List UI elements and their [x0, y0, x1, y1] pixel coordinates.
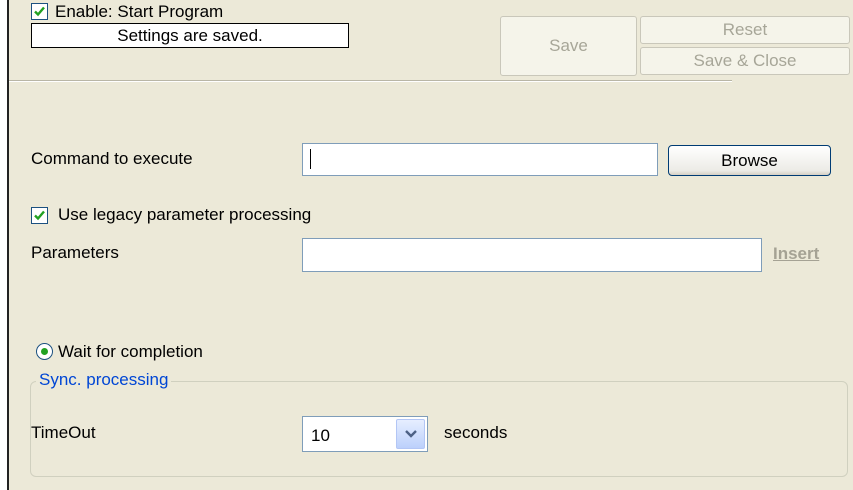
parameters-input[interactable] — [302, 238, 762, 272]
legacy-checkbox[interactable] — [31, 207, 48, 224]
insert-link[interactable]: Insert — [773, 244, 819, 264]
command-input[interactable] — [302, 143, 658, 176]
header-divider-highlight — [9, 81, 732, 82]
timeout-label: TimeOut — [31, 423, 96, 442]
save-close-button[interactable]: Save & Close — [640, 47, 850, 75]
legacy-label: Use legacy parameter processing — [58, 205, 312, 224]
enable-label: Enable: Start Program — [55, 2, 224, 21]
browse-button[interactable]: Browse — [668, 145, 831, 176]
sync-groupbox — [30, 381, 848, 477]
start-program-settings: Enable: Start Program Settings are saved… — [0, 0, 853, 490]
parameters-label: Parameters — [31, 243, 119, 262]
status-text: Settings are saved. — [31, 23, 349, 48]
seconds-label: seconds — [444, 423, 508, 442]
checkmark-icon — [34, 6, 45, 17]
radio-dot-icon — [41, 348, 48, 355]
timeout-value: 10 — [311, 426, 330, 445]
save-button[interactable]: Save — [500, 16, 637, 76]
timeout-select[interactable]: 10 — [302, 416, 428, 452]
enable-checkbox[interactable] — [31, 3, 48, 20]
checkmark-icon — [34, 210, 45, 221]
reset-button[interactable]: Reset — [640, 16, 850, 44]
sync-group-title: Sync. processing — [36, 370, 172, 390]
dropdown-button[interactable] — [396, 419, 425, 449]
chevron-down-icon — [404, 430, 417, 438]
left-bar — [0, 0, 7, 490]
command-label: Command to execute — [31, 149, 193, 168]
wait-label: Wait for completion — [58, 342, 203, 361]
text-caret — [310, 149, 311, 169]
wait-radio[interactable] — [36, 343, 53, 360]
